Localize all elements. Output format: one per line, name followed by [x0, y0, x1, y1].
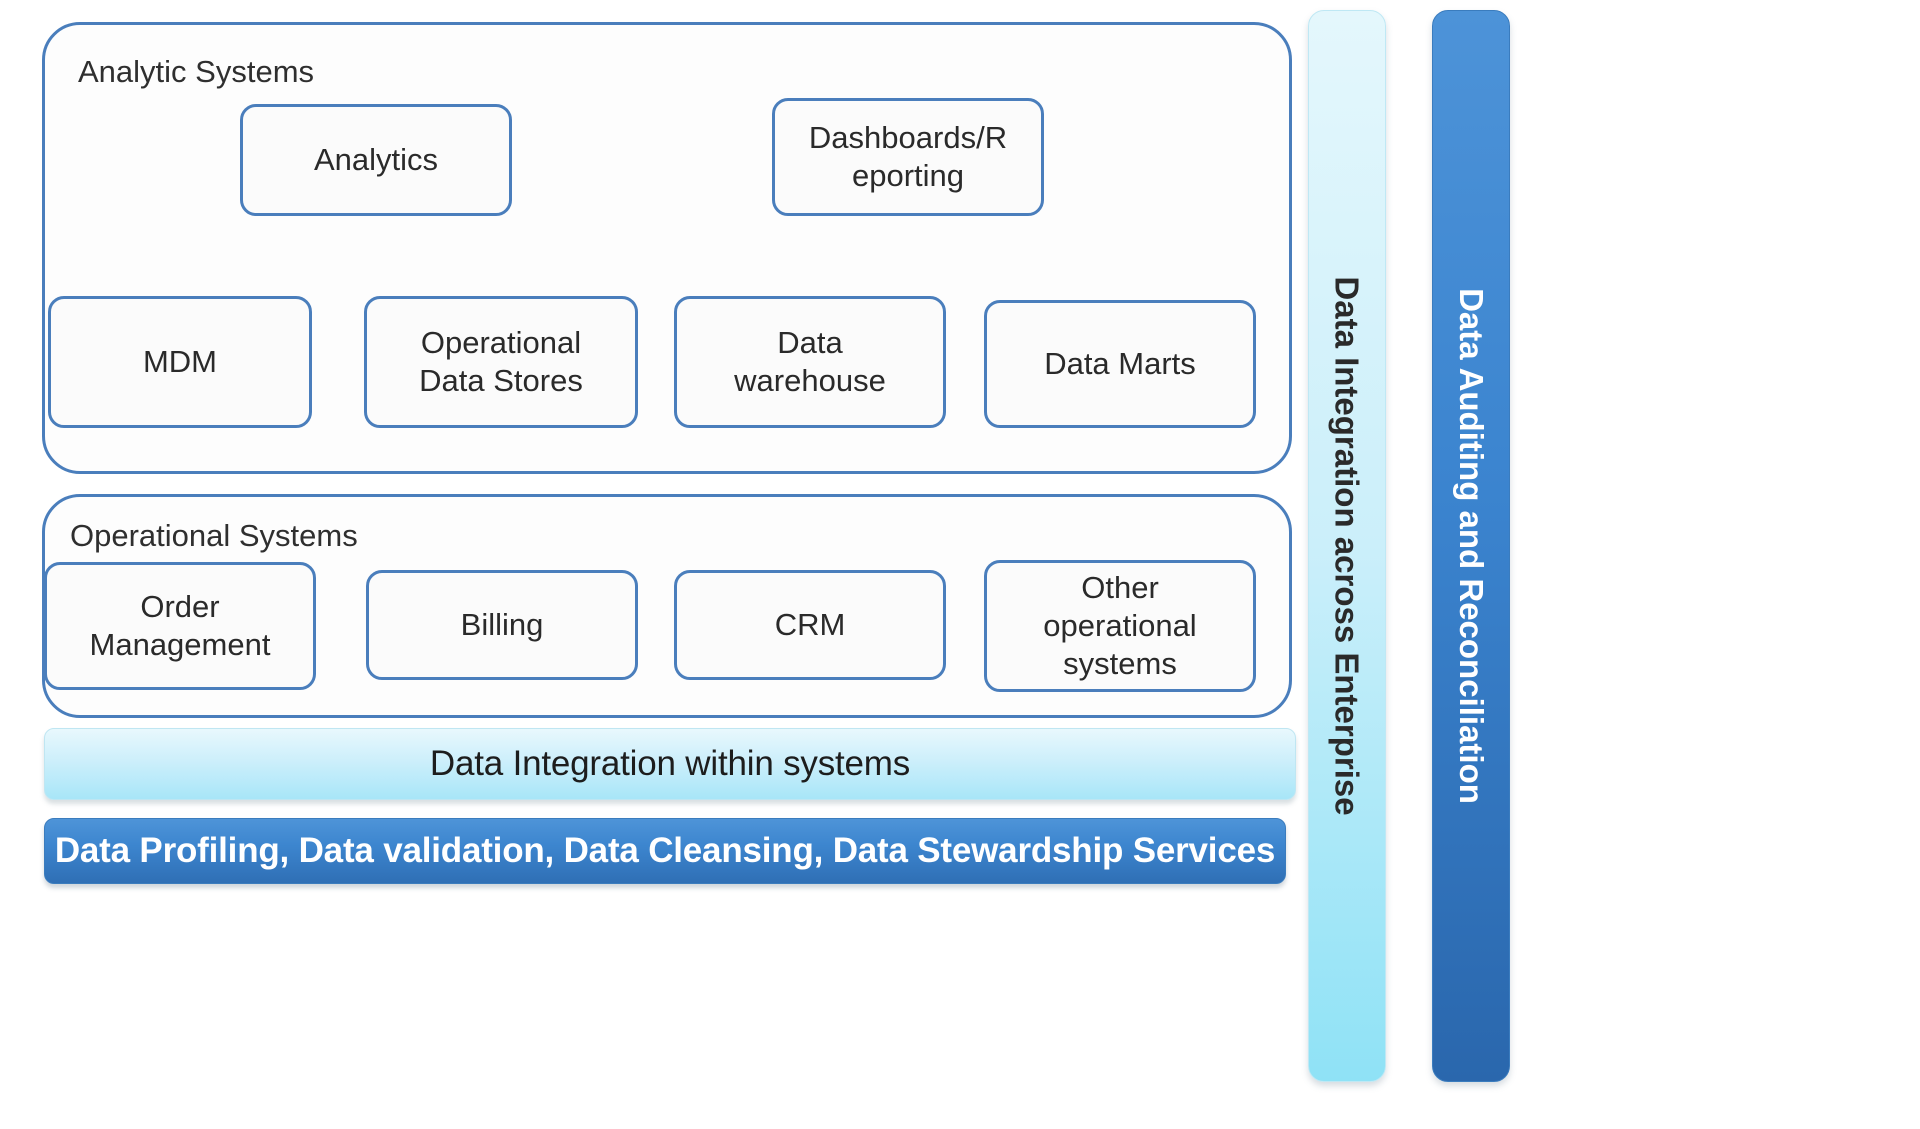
node-order-management-label: Order Management [89, 589, 271, 662]
bar-data-integration-within-systems-label: Data Integration within systems [429, 744, 911, 783]
node-billing-label: Billing [460, 607, 544, 643]
operational-systems-title: Operational Systems [70, 518, 358, 553]
bar-data-profiling-services-label: Data Profiling, Data validation, Data Cl… [54, 831, 1276, 870]
architecture-diagram: Analytic Systems Analytics Dashboards/R … [0, 0, 1920, 1129]
node-crm[interactable]: CRM [674, 570, 946, 680]
node-analytics-label: Analytics [313, 142, 439, 178]
bar-data-profiling-services[interactable]: Data Profiling, Data validation, Data Cl… [44, 818, 1286, 884]
node-mdm[interactable]: MDM [48, 296, 312, 428]
node-crm-label: CRM [774, 607, 846, 643]
node-data-warehouse-label: Data warehouse [734, 325, 886, 398]
node-operational-data-stores[interactable]: Operational Data Stores [364, 296, 638, 428]
bar-data-integration-within-systems[interactable]: Data Integration within systems [44, 728, 1296, 800]
bar-data-auditing-and-reconciliation[interactable]: Data Auditing and Reconciliation [1432, 10, 1510, 1082]
node-operational-data-stores-label: Operational Data Stores [419, 325, 583, 398]
node-data-warehouse[interactable]: Data warehouse [674, 296, 946, 428]
node-data-marts-label: Data Marts [1044, 346, 1196, 382]
node-billing[interactable]: Billing [366, 570, 638, 680]
node-dashboards-reporting-label: Dashboards/R eporting [808, 120, 1008, 193]
node-analytics[interactable]: Analytics [240, 104, 512, 216]
node-mdm-label: MDM [142, 344, 218, 380]
node-other-operational-systems-label: Other operational systems [1043, 570, 1197, 681]
analytic-systems-title: Analytic Systems [78, 54, 315, 89]
bar-data-auditing-and-reconciliation-label: Data Auditing and Reconciliation [1453, 288, 1490, 804]
node-order-management[interactable]: Order Management [44, 562, 316, 690]
bar-data-integration-across-enterprise[interactable]: Data Integration across Enterprise [1308, 10, 1386, 1082]
node-data-marts[interactable]: Data Marts [984, 300, 1256, 428]
node-other-operational-systems[interactable]: Other operational systems [984, 560, 1256, 692]
node-dashboards-reporting[interactable]: Dashboards/R eporting [772, 98, 1044, 216]
bar-data-integration-across-enterprise-label: Data Integration across Enterprise [1329, 276, 1367, 816]
